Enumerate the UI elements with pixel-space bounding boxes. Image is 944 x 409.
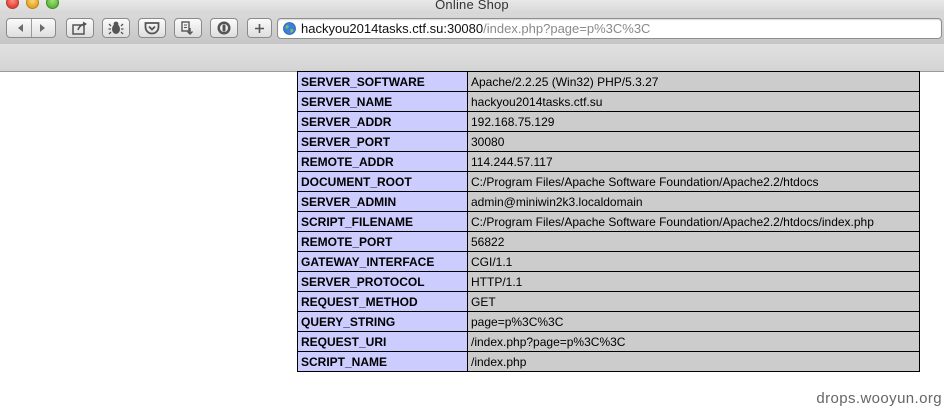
- plus-icon: [254, 23, 265, 34]
- table-row: SERVER_ADDR 192.168.75.129: [297, 111, 920, 132]
- share-icon: [72, 21, 88, 35]
- downloads-button[interactable]: [174, 18, 202, 38]
- shield-icon: [216, 20, 232, 36]
- variable-value-cell: C:/Program Files/Apache Software Foundat…: [467, 171, 920, 192]
- table-row: SERVER_NAME hackyou2014tasks.ctf.su: [297, 91, 920, 112]
- variable-value-cell: hackyou2014tasks.ctf.su: [467, 91, 920, 112]
- pocket-icon: [144, 21, 160, 35]
- variable-value-cell: admin@miniwin2k3.localdomain: [467, 191, 920, 212]
- pocket-button[interactable]: [138, 18, 166, 38]
- url-text[interactable]: hackyou2014tasks.ctf.su:30080/index.php?…: [301, 21, 650, 37]
- variable-name-cell: REMOTE_PORT: [297, 231, 468, 252]
- window-title: Online Shop: [435, 0, 509, 12]
- table-row: SERVER_PORT 30080: [297, 131, 920, 152]
- toolbar-divider: [30, 19, 32, 37]
- table-row: QUERY_STRING page=p%3C%3C: [297, 311, 920, 332]
- bug-button[interactable]: [102, 18, 130, 38]
- variable-value-cell: /index.php: [467, 351, 920, 372]
- bookmarks-bar: [0, 44, 944, 72]
- window-titlebar: Online Shop: [0, 0, 944, 14]
- variable-name-cell: REMOTE_ADDR: [297, 151, 468, 172]
- variable-name-cell: SERVER_ADDR: [297, 111, 468, 132]
- variable-value-cell: 114.244.57.117: [467, 151, 920, 172]
- back-forward-group: [6, 18, 56, 38]
- address-bar[interactable]: hackyou2014tasks.ctf.su:30080/index.php?…: [277, 18, 942, 39]
- table-row: SCRIPT_FILENAME C:/Program Files/Apache S…: [297, 211, 920, 232]
- variable-name-cell: SCRIPT_FILENAME: [297, 211, 468, 232]
- variable-value-cell: /index.php?page=p%3C%3C: [467, 331, 920, 352]
- variable-value-cell: 56822: [467, 231, 920, 252]
- downloads-icon: [180, 20, 196, 36]
- variable-name-cell: SCRIPT_NAME: [297, 351, 468, 372]
- variable-name-cell: DOCUMENT_ROOT: [297, 171, 468, 192]
- variable-value-cell: GET: [467, 291, 920, 312]
- server-variables-table: SERVER_SOFTWARE Apache/2.2.25 (Win32) PHP…: [297, 71, 920, 372]
- variable-value-cell: C:/Program Files/Apache Software Foundat…: [467, 211, 920, 232]
- table-row: REQUEST_URI/index.php?page=p%3C%3C: [297, 331, 920, 352]
- watermark-text: drops.wooyun.org: [816, 390, 942, 407]
- variable-name-cell: QUERY_STRING: [297, 311, 468, 332]
- variable-name-cell: SERVER_ADMIN: [297, 191, 468, 212]
- bug-icon: [108, 20, 124, 36]
- forward-arrow-icon[interactable]: [38, 23, 47, 33]
- table-row: SERVER_PROTOCOL HTTP/1.1: [297, 271, 920, 292]
- variable-name-cell: SERVER_NAME: [297, 91, 468, 112]
- variable-name-cell: SERVER_SOFTWARE: [297, 71, 468, 92]
- share-button[interactable]: [66, 18, 94, 38]
- url-path: /index.php?page=p%3C%3C: [483, 21, 651, 36]
- table-row: SCRIPT_NAME/index.php: [297, 351, 920, 372]
- url-host: hackyou2014tasks.ctf.su:30080: [301, 21, 484, 36]
- globe-icon: [283, 22, 296, 35]
- variable-value-cell: 192.168.75.129: [467, 111, 920, 132]
- table-row: GATEWAY_INTERFACE CGI/1.1: [297, 251, 920, 272]
- variable-value-cell: 30080: [467, 131, 920, 152]
- variable-name-cell: GATEWAY_INTERFACE: [297, 251, 468, 272]
- shield-button[interactable]: [210, 18, 238, 38]
- server-variables-rows: SERVER_SOFTWARE Apache/2.2.25 (Win32) PHP…: [297, 71, 920, 372]
- variable-name-cell: SERVER_PROTOCOL: [297, 271, 468, 292]
- table-row: REMOTE_PORT 56822: [297, 231, 920, 252]
- variable-name-cell: REQUEST_METHOD: [297, 291, 468, 312]
- back-arrow-icon[interactable]: [16, 23, 25, 33]
- table-row: DOCUMENT_ROOT C:/Program Files/Apache Sof…: [297, 171, 920, 192]
- variable-name-cell: REQUEST_URI: [297, 331, 468, 352]
- variable-value-cell: Apache/2.2.25 (Win32) PHP/5.3.27: [467, 71, 920, 92]
- table-row: SERVER_ADMIN admin@miniwin2k3.localdomain: [297, 191, 920, 212]
- variable-value-cell: CGI/1.1: [467, 251, 920, 272]
- browser-toolbar: hackyou2014tasks.ctf.su:30080/index.php?…: [0, 14, 944, 44]
- table-row: SERVER_SOFTWARE Apache/2.2.25 (Win32) PHP…: [297, 71, 920, 92]
- variable-value-cell: HTTP/1.1: [467, 271, 920, 292]
- variable-name-cell: SERVER_PORT: [297, 131, 468, 152]
- new-tab-button[interactable]: [247, 18, 272, 38]
- table-row: REMOTE_ADDR 114.244.57.117: [297, 151, 920, 172]
- table-row: REQUEST_METHOD GET: [297, 291, 920, 312]
- variable-value-cell: page=p%3C%3C: [467, 311, 920, 332]
